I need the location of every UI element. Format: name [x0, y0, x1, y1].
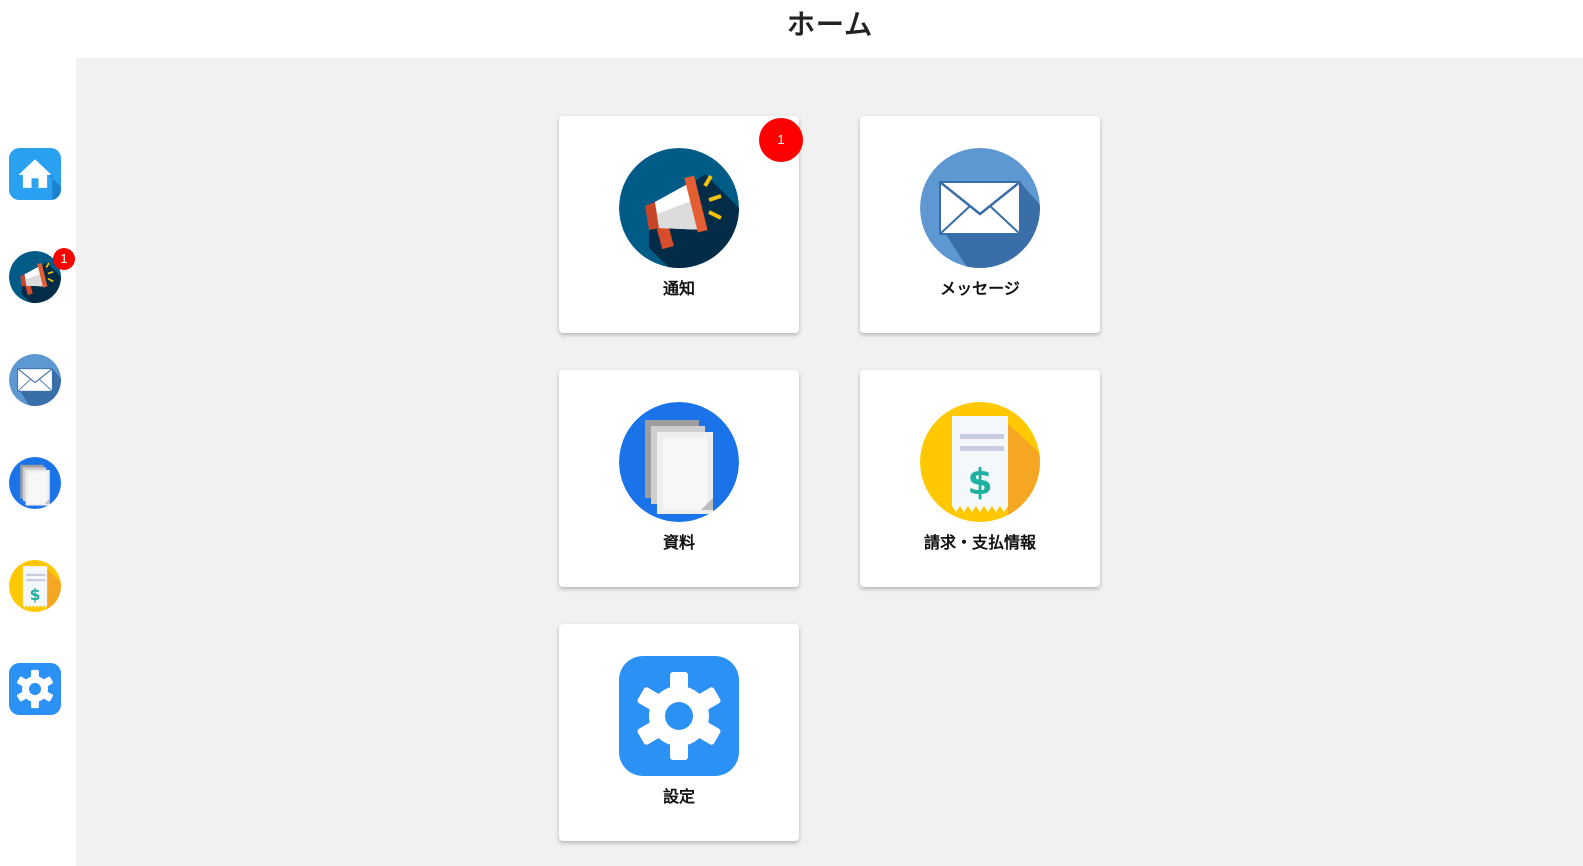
card-documents[interactable]: 資料: [559, 370, 799, 587]
receipt-icon: [9, 560, 61, 612]
notification-badge: 1: [53, 248, 75, 270]
documents-icon: [619, 402, 739, 522]
sidebar-item-home[interactable]: [9, 148, 61, 200]
megaphone-icon: [619, 148, 739, 268]
card-label: 通知: [662, 279, 695, 298]
page-title: ホーム: [786, 8, 874, 41]
card-label: 設定: [662, 787, 695, 806]
header: ホーム: [0, 0, 1583, 58]
sidebar-item-billing[interactable]: [9, 560, 61, 612]
gear-icon: [9, 663, 61, 715]
home-icon: [9, 148, 61, 200]
card-label: 資料: [662, 533, 695, 552]
main-content: 通知 1 メッセージ 資料 請求・支払情報 設定: [76, 58, 1583, 866]
card-label: メッセージ: [940, 279, 1020, 298]
receipt-icon: [920, 402, 1040, 522]
sidebar-item-documents[interactable]: [9, 457, 61, 509]
sidebar-item-settings[interactable]: [9, 663, 61, 715]
documents-icon: [9, 457, 61, 509]
notification-badge: 1: [759, 118, 803, 162]
envelope-icon: [920, 148, 1040, 268]
gear-icon: [619, 656, 739, 776]
sidebar: 1: [0, 58, 76, 866]
card-notice[interactable]: 通知 1: [559, 116, 803, 333]
sidebar-item-notice[interactable]: 1: [9, 248, 75, 303]
card-label: 請求・支払情報: [923, 533, 1036, 552]
envelope-icon: [9, 354, 61, 406]
card-billing[interactable]: 請求・支払情報: [860, 370, 1100, 587]
card-settings[interactable]: 設定: [559, 624, 799, 841]
sidebar-item-message[interactable]: [9, 354, 61, 406]
card-message[interactable]: メッセージ: [860, 116, 1100, 333]
